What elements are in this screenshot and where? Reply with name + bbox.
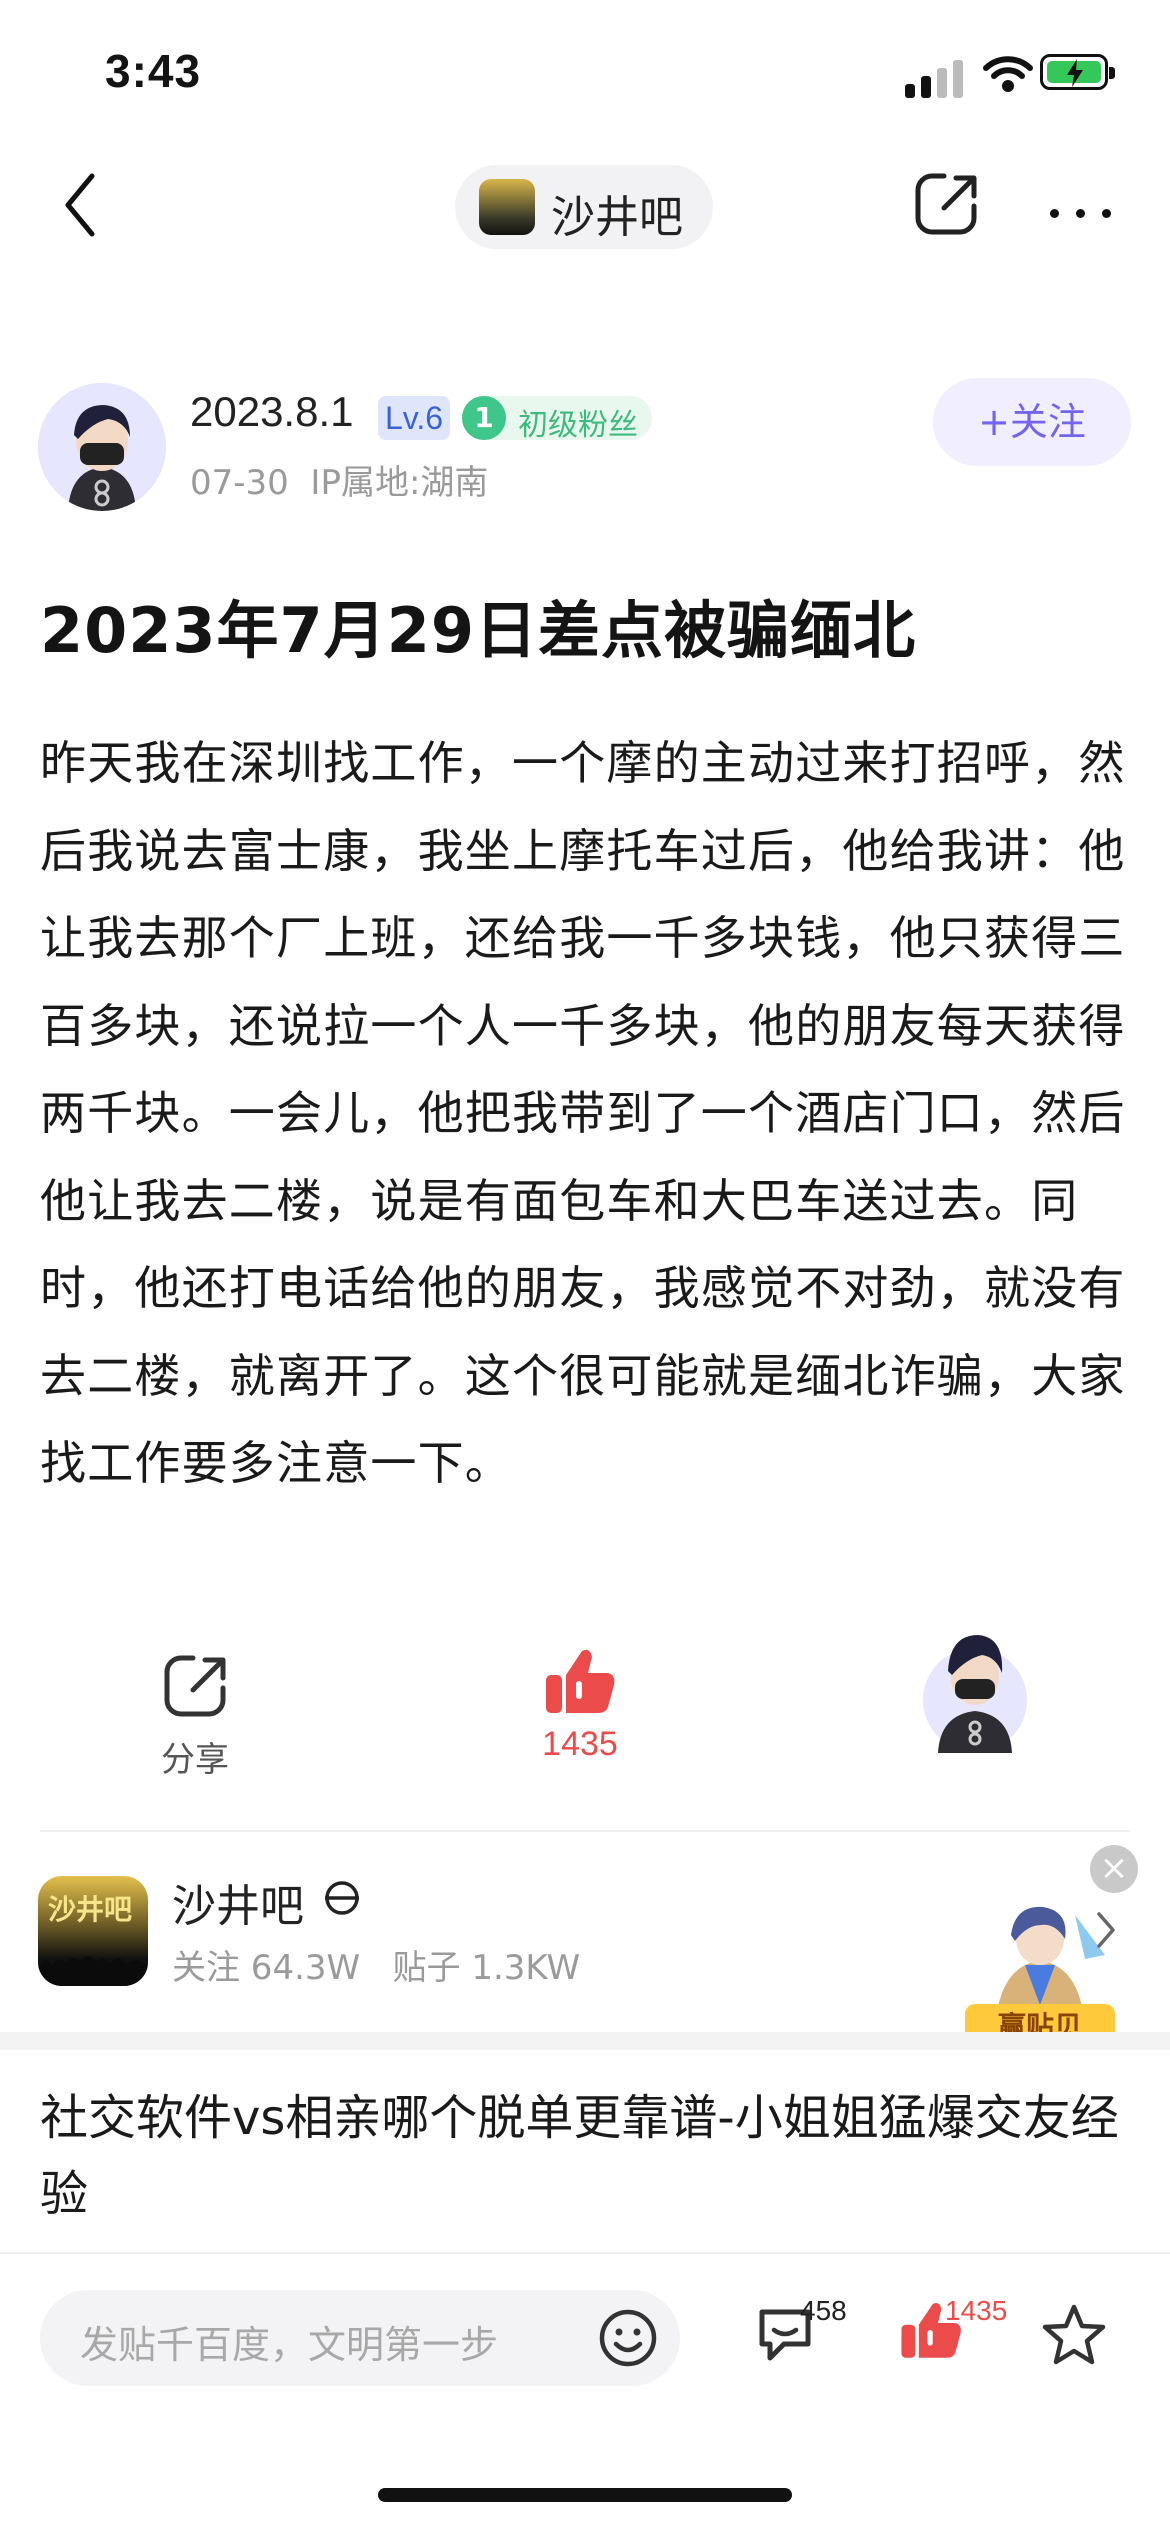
battery-icon <box>1040 54 1115 90</box>
forum-card-name[interactable]: 沙井吧 <box>172 1870 304 1934</box>
forum-logo-text: 沙井吧 <box>48 1893 133 1926</box>
forum-logo-icon <box>479 179 535 235</box>
chevron-right-icon[interactable] <box>1095 1910 1117 1950</box>
fan-level-badge: 1 初级粉丝 <box>462 396 652 443</box>
share-icon <box>164 1655 226 1717</box>
back-icon[interactable] <box>60 170 100 240</box>
promo-mascot[interactable]: 赢贴贝 <box>965 1895 1115 2050</box>
wifi-icon <box>983 56 1033 92</box>
section-separator <box>0 2032 1170 2050</box>
share-action-button[interactable]: 分享 <box>130 1650 260 1781</box>
share-icon[interactable] <box>910 168 982 240</box>
post-body: 昨天我在深圳找工作，一个摩的主动过来打招呼，然后我说去富士康，我坐上摩托车过后，… <box>40 736 1126 1490</box>
thumbs-up-icon <box>546 1649 615 1713</box>
close-icon[interactable]: × <box>1090 1845 1138 1893</box>
level-badge: Lv.6 <box>378 396 450 440</box>
follow-button[interactable]: +关注 <box>933 378 1131 466</box>
forum-card-logo[interactable]: 沙井吧 <box>38 1876 148 1986</box>
author-name[interactable]: 2023.8.1 <box>190 388 354 436</box>
more-options-icon[interactable] <box>1050 203 1128 222</box>
divider <box>40 1830 1130 1832</box>
fan-level-label: 初级粉丝 <box>518 408 638 443</box>
post-title: 2023年7月29日差点被骗缅北 <box>40 594 916 667</box>
comment-count: 458 <box>800 2295 847 2326</box>
forum-card-stats: 关注 64.3W 贴子 1.3KW <box>172 1948 581 1988</box>
like-count: 1435 <box>542 1725 618 1763</box>
author-avatar[interactable] <box>38 383 166 511</box>
comment-input-placeholder: 发贴千百度，文明第一步 <box>80 2323 499 2367</box>
signal-icon <box>905 58 963 98</box>
related-post-title[interactable]: 社交软件vs相亲哪个脱单更靠谱-小姐姐猛爆交友经验 <box>40 2080 1130 2232</box>
forum-verified-icon <box>325 1881 359 1915</box>
home-indicator <box>378 2488 792 2502</box>
like-action-button[interactable]: 1435 <box>520 1645 640 1764</box>
star-icon[interactable] <box>1040 2302 1108 2368</box>
status-time: 3:43 <box>105 45 202 97</box>
emoji-icon[interactable] <box>598 2308 658 2368</box>
forum-pill[interactable]: 沙井吧 <box>455 165 713 249</box>
bottom-bar-divider <box>0 2252 1170 2254</box>
fan-level-number: 1 <box>462 396 506 440</box>
comment-input[interactable]: 发贴千百度，文明第一步 <box>40 2290 680 2386</box>
forum-pill-name: 沙井吧 <box>551 192 683 243</box>
bottom-like-count: 1435 <box>945 2295 1008 2326</box>
post-meta: 07-30 IP属地:湖南 <box>190 463 489 503</box>
liker-avatar[interactable] <box>920 1615 1030 1755</box>
share-label: 分享 <box>161 1740 229 1780</box>
